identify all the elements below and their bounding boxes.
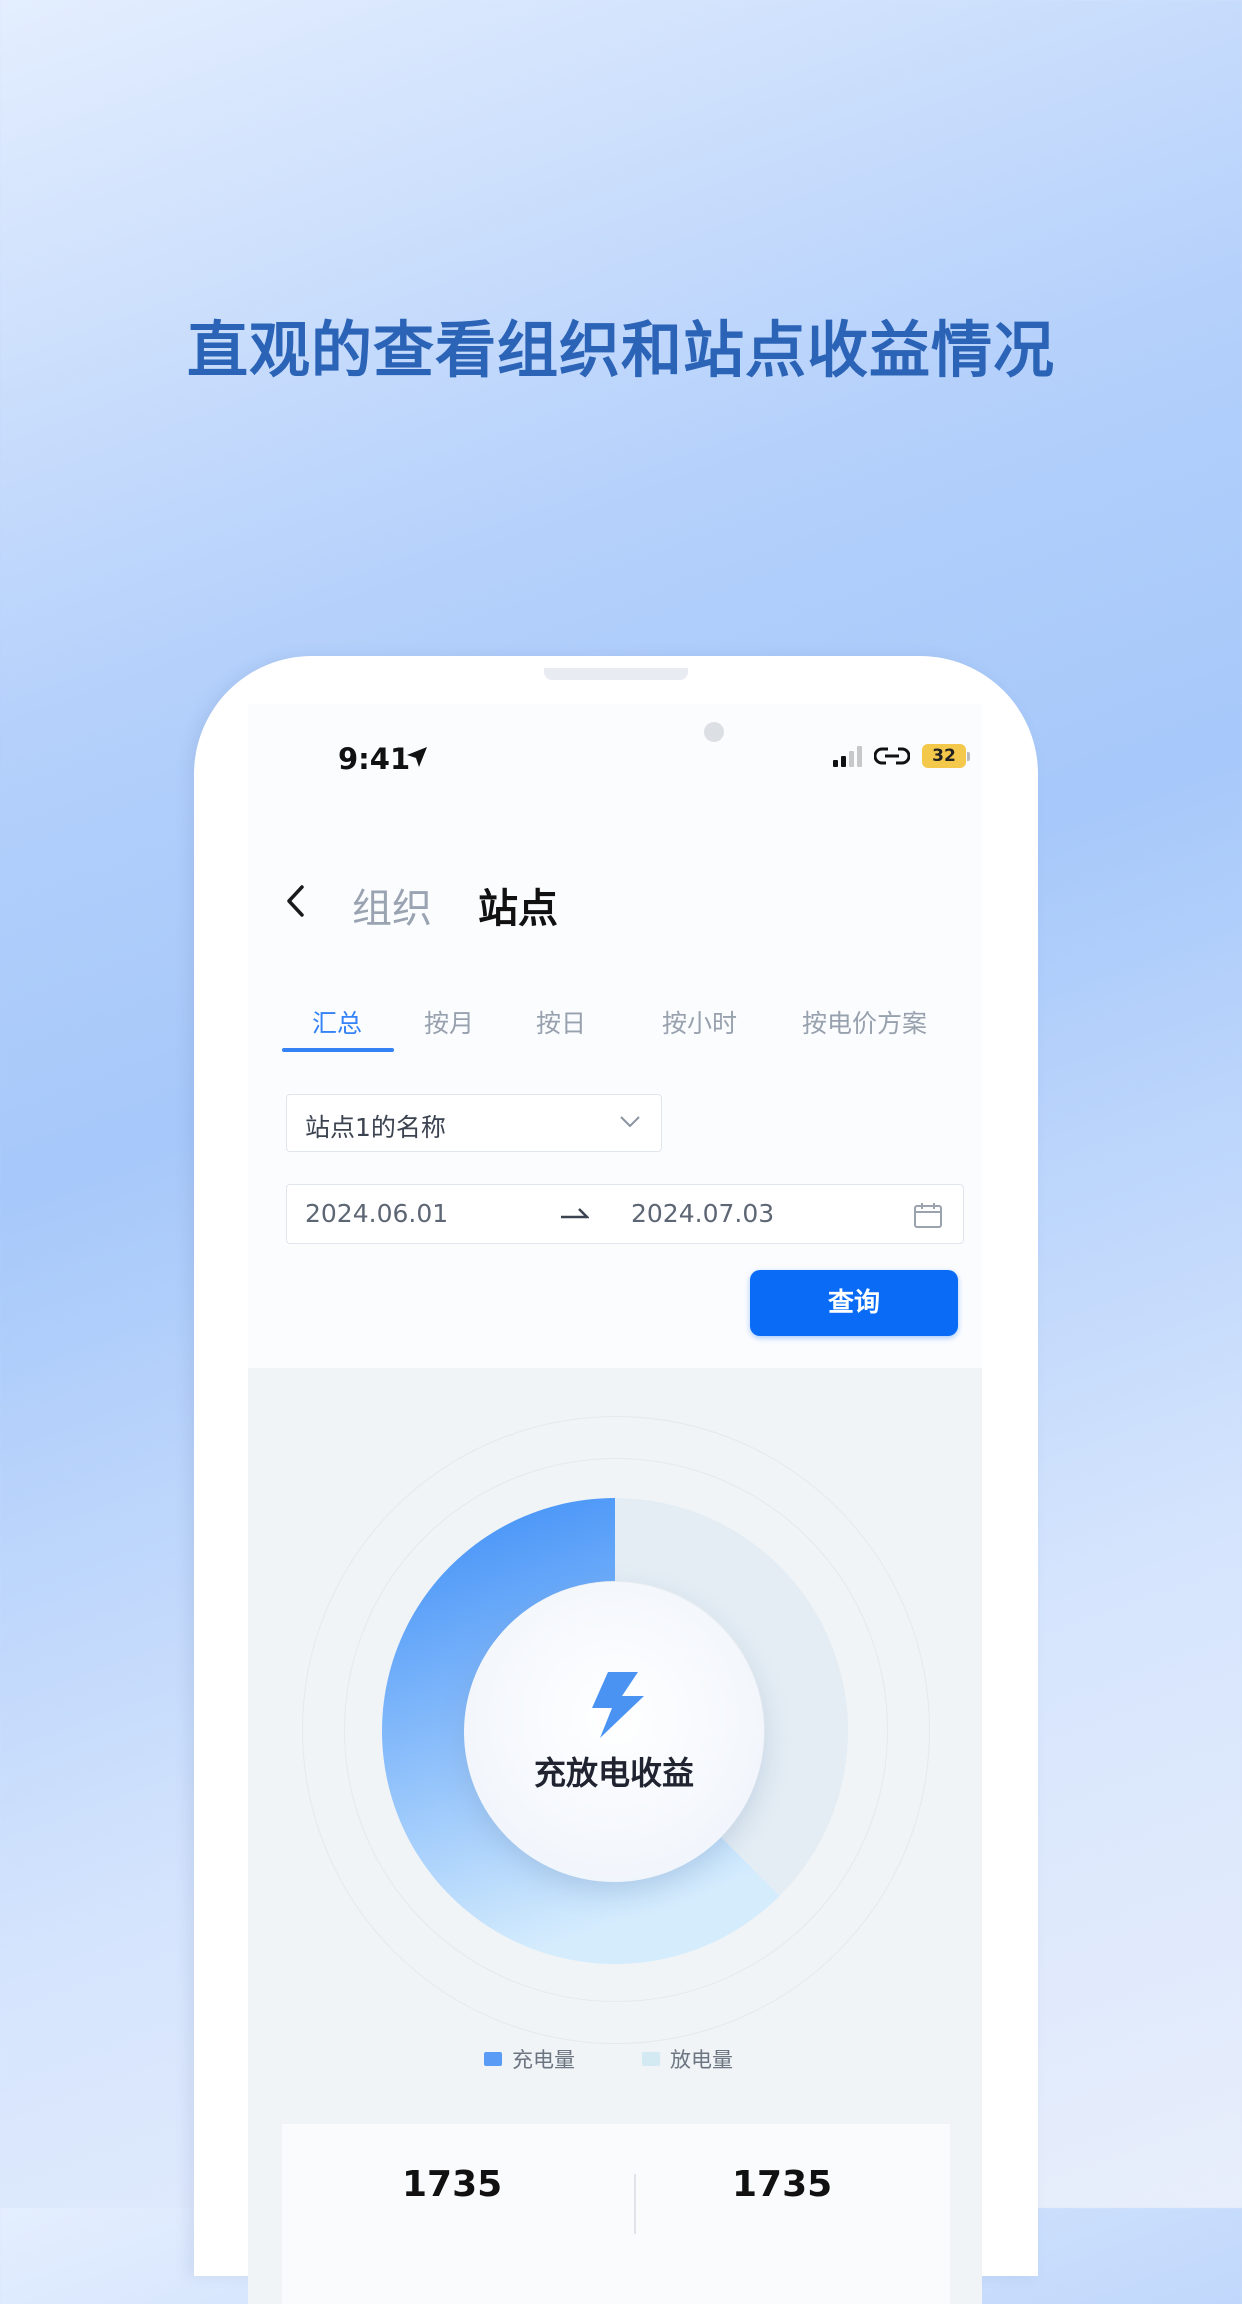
status-time: 9:41	[338, 742, 411, 776]
phone-frame: 9:41 32 组织 站点 汇总 按月 按日 按小时 按电价方案 站点1的名称 …	[194, 656, 1038, 2304]
tab-monthly[interactable]: 按月	[424, 1004, 474, 1040]
nav-tab-org[interactable]: 组织	[352, 876, 432, 934]
chart-panel: 充放电收益 充电量 放电量 1735 1735	[248, 1368, 982, 2304]
donut-chart: 充放电收益	[382, 1498, 848, 1964]
battery-level: 32	[922, 744, 966, 768]
signal-icon	[833, 745, 862, 767]
period-tabs: 汇总 按月 按日 按小时 按电价方案	[282, 1004, 962, 1052]
link-icon	[874, 747, 910, 765]
site-select-value: 站点1的名称	[305, 1113, 446, 1142]
tab-daily[interactable]: 按日	[536, 1004, 586, 1040]
legend-discharge-swatch	[642, 2052, 660, 2066]
legend-discharge-label: 放电量	[670, 2048, 733, 2072]
stat-left-value: 1735	[402, 2164, 503, 2205]
tab-summary[interactable]: 汇总	[312, 1004, 362, 1040]
chevron-down-icon	[620, 1116, 640, 1128]
chart-title: 充放电收益	[533, 1754, 694, 1792]
date-range-picker[interactable]: 2024.06.01 2024.07.03	[286, 1184, 964, 1244]
stat-right-value: 1735	[732, 2164, 833, 2205]
legend-charge-label: 充电量	[512, 2048, 575, 2072]
status-icons: 32	[833, 744, 970, 768]
camera-dot	[704, 722, 724, 742]
range-arrow-icon	[561, 1208, 589, 1219]
speaker-grille	[544, 668, 688, 680]
nav-tab-site[interactable]: 站点	[478, 876, 558, 934]
site-select[interactable]: 站点1的名称	[286, 1094, 662, 1152]
stat-divider	[634, 2174, 636, 2234]
notch	[458, 704, 768, 766]
battery-icon: 32	[922, 744, 970, 768]
query-button[interactable]: 查询	[750, 1270, 958, 1336]
back-chevron-icon[interactable]	[284, 884, 306, 918]
app-screen: 9:41 32 组织 站点 汇总 按月 按日 按小时 按电价方案 站点1的名称 …	[248, 704, 982, 2304]
date-start[interactable]: 2024.06.01	[305, 1199, 448, 1228]
date-end[interactable]: 2024.07.03	[631, 1199, 774, 1228]
calendar-icon[interactable]	[913, 1201, 943, 1229]
nav-bar: 组织 站点	[248, 870, 982, 932]
stats-card: 1735 1735	[282, 2124, 950, 2304]
tab-active-indicator	[282, 1048, 394, 1052]
headline: 直观的查看组织和站点收益情况	[186, 315, 1055, 386]
chart-legend: 充电量 放电量	[248, 2044, 982, 2074]
location-arrow-icon	[407, 747, 427, 767]
lightning-icon	[592, 1672, 644, 1738]
donut-center: 充放电收益	[464, 1582, 764, 1882]
legend-discharge: 放电量	[642, 2044, 733, 2074]
tab-tariff-plan[interactable]: 按电价方案	[802, 1004, 927, 1040]
tab-hourly[interactable]: 按小时	[662, 1004, 737, 1040]
legend-charge: 充电量	[484, 2044, 575, 2074]
legend-charge-swatch	[484, 2052, 502, 2066]
